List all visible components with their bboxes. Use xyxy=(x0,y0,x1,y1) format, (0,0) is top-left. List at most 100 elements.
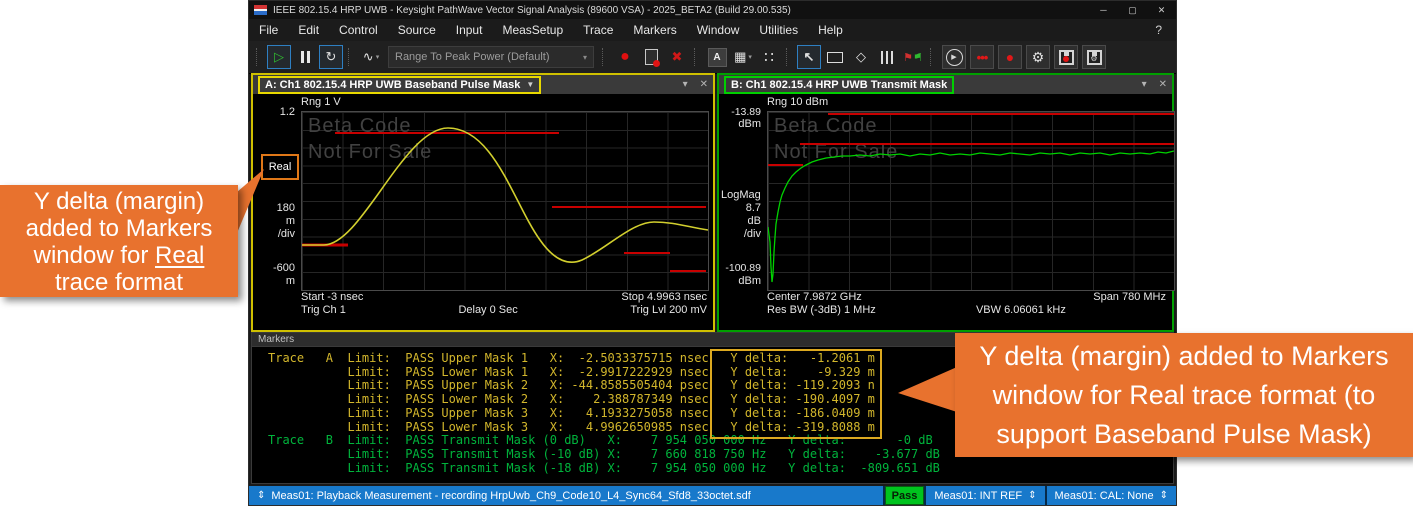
trace-b-title[interactable]: B: Ch1 802.15.4 HRP UWB Transmit Mask xyxy=(724,76,954,94)
menu-bar: File Edit Control Source Input MeasSetup… xyxy=(249,19,1176,41)
floppy-gear-icon: ⚙ xyxy=(1087,50,1102,65)
status-cal[interactable]: Meas01: CAL: None ⇕ xyxy=(1047,486,1176,505)
marquee-icon xyxy=(827,52,843,63)
trace-b-div-unit: dB xyxy=(719,215,761,227)
trace-b-titlebar: B: Ch1 802.15.4 HRP UWB Transmit Mask ▾ … xyxy=(719,75,1172,94)
floppy-record-icon xyxy=(1059,50,1074,65)
trace-b-ybottom-value: -100.89 xyxy=(719,262,761,274)
play-button[interactable]: ▷ xyxy=(267,45,291,69)
status-int-ref[interactable]: Meas01: INT REF ⇕ xyxy=(926,486,1044,505)
plot-area-b[interactable]: Beta Code Not For Sale xyxy=(767,111,1175,291)
restart-button[interactable]: ↻ xyxy=(319,45,343,69)
recording-file-button[interactable] xyxy=(639,45,663,69)
range-dropdown[interactable]: Range To Peak Power (Default) ▾ xyxy=(388,46,594,68)
menu-file[interactable]: File xyxy=(249,20,288,40)
layout-grid-icon: ▦ xyxy=(734,49,746,65)
flag-red-icon: ⚑ xyxy=(903,51,913,64)
trace-a-triglvl-label: Trig Lvl 200 mV xyxy=(630,304,707,316)
updown-icon[interactable]: ⇕ xyxy=(1028,490,1036,501)
band-bars-icon xyxy=(881,51,893,64)
underlined-word: Real xyxy=(155,242,204,269)
status-intref-text: Meas01: INT REF xyxy=(934,490,1022,502)
trace-a-titlebar: A: Ch1 802.15.4 HRP UWB Baseband Pulse M… xyxy=(253,75,713,94)
updown-icon[interactable]: ⇕ xyxy=(257,490,265,501)
chevron-down-icon[interactable]: ▾ xyxy=(1142,79,1147,90)
menu-help[interactable]: Help xyxy=(808,20,853,40)
close-icon[interactable]: ✕ xyxy=(1159,79,1167,90)
pass-status-badge: Pass xyxy=(885,486,925,505)
trace-a-ybottom-value: -600 xyxy=(253,262,295,274)
flag-green-icon: ⚑ xyxy=(913,51,923,64)
close-icon[interactable]: ✕ xyxy=(700,79,708,90)
trace-b-ytop-unit: dBm xyxy=(719,118,761,130)
menu-utilities[interactable]: Utilities xyxy=(749,20,808,40)
menu-control[interactable]: Control xyxy=(329,20,388,40)
trace-a-title-text: A: Ch1 802.15.4 HRP UWB Baseband Pulse M… xyxy=(265,79,520,91)
markers-panel-title: Markers xyxy=(258,334,294,345)
save-setup-button[interactable]: ⚙ xyxy=(1082,45,1106,69)
maximize-icon[interactable]: ▢ xyxy=(1118,1,1147,19)
menu-input[interactable]: Input xyxy=(446,20,493,40)
record-button[interactable]: ● xyxy=(613,45,637,69)
pause-icon xyxy=(301,51,310,63)
trace-b-resbw-label: Res BW (-3dB) 1 MHz xyxy=(767,304,876,316)
trace-a-div-value: 180 xyxy=(253,202,295,214)
band-marker-button[interactable] xyxy=(875,45,899,69)
playback-settings-button[interactable]: ⚙ xyxy=(1026,45,1050,69)
minimize-icon[interactable]: ─ xyxy=(1089,1,1118,19)
left-annotation-callout: Y delta (margin) added to Markers window… xyxy=(0,185,238,297)
menu-window[interactable]: Window xyxy=(687,20,750,40)
updown-icon[interactable]: ⇕ xyxy=(1160,490,1168,501)
trace-b-title-text: B: Ch1 802.15.4 HRP UWB Transmit Mask xyxy=(731,79,947,91)
play-circle-icon: ▶ xyxy=(946,49,963,66)
right-annotation-callout: Y delta (margin) added to Markers window… xyxy=(955,333,1413,457)
discard-recording-button[interactable]: ✖ xyxy=(665,45,689,69)
marker-button[interactable]: ◇ xyxy=(849,45,873,69)
chevron-down-icon[interactable]: ▾ xyxy=(683,79,688,90)
trace-data-button[interactable]: ∷ xyxy=(757,45,781,69)
red-dot-icon: ● xyxy=(1006,49,1014,65)
toolbar-separator xyxy=(256,48,262,66)
playback-play-button[interactable]: ▶ xyxy=(942,45,966,69)
range-tool-button[interactable]: ∿▾ xyxy=(359,45,383,69)
trace-panes: A: Ch1 802.15.4 HRP UWB Baseband Pulse M… xyxy=(251,73,1174,332)
trace-a-range-label: Rng 1 V xyxy=(301,96,341,108)
restart-icon: ↻ xyxy=(326,49,337,65)
callout-line: Y delta (margin) xyxy=(0,188,238,215)
select-tool-button[interactable]: ↖ xyxy=(797,45,821,69)
trace-a-waveform xyxy=(302,128,708,262)
app-icon xyxy=(254,5,267,15)
trace-a-trig-label: Trig Ch 1 xyxy=(301,304,346,316)
help-icon[interactable]: ? xyxy=(1141,23,1176,37)
toolbar-separator xyxy=(930,48,936,66)
trace-a-plot-svg xyxy=(302,112,708,290)
menu-edit[interactable]: Edit xyxy=(288,20,329,40)
page: IEEE 802.15.4 HRP UWB - Keysight PathWav… xyxy=(0,0,1413,506)
close-icon[interactable]: ✕ xyxy=(1147,1,1176,19)
gear-icon: ⚙ xyxy=(1032,49,1045,66)
menu-markers[interactable]: Markers xyxy=(623,20,686,40)
menu-source[interactable]: Source xyxy=(388,20,446,40)
chevron-down-icon: ▾ xyxy=(748,53,752,61)
status-measurement[interactable]: ⇕ Meas01: Playback Measurement - recordi… xyxy=(249,486,883,505)
trace-a-title[interactable]: A: Ch1 802.15.4 HRP UWB Baseband Pulse M… xyxy=(258,76,541,94)
menu-meassetup[interactable]: MeasSetup xyxy=(492,20,573,40)
trace-b-range-label: Rng 10 dBm xyxy=(767,96,828,108)
cursor-icon: ↖ xyxy=(804,49,815,65)
save-recording-button[interactable] xyxy=(1054,45,1078,69)
trace-a-div-unit: m xyxy=(253,215,295,227)
zoom-select-button[interactable] xyxy=(823,45,847,69)
callout-line: added to Markers xyxy=(0,215,238,242)
playback-segments-button[interactable]: ••• xyxy=(970,45,994,69)
diamond-marker-icon: ◇ xyxy=(856,49,866,65)
trace-b-spectrum xyxy=(768,151,1174,282)
playback-record-button[interactable]: ● xyxy=(998,45,1022,69)
menu-trace[interactable]: Trace xyxy=(573,20,623,40)
pause-button[interactable] xyxy=(293,45,317,69)
plot-area-a[interactable]: Beta Code Not For Sale xyxy=(301,111,709,291)
status-bar: ⇕ Meas01: Playback Measurement - recordi… xyxy=(249,486,1176,505)
chevron-down-icon: ▾ xyxy=(376,53,380,61)
annotation-button[interactable]: A xyxy=(705,45,729,69)
limit-flags-button[interactable]: ⚑⚑ xyxy=(901,45,925,69)
layout-button[interactable]: ▦▾ xyxy=(731,45,755,69)
